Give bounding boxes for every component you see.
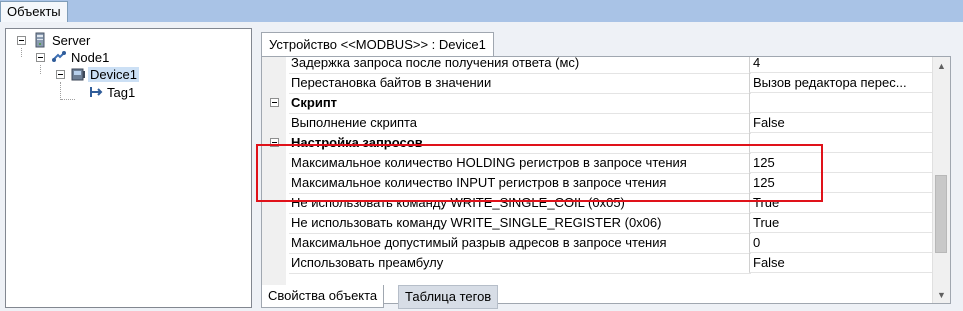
tree-item-server[interactable]: Server xyxy=(52,32,90,49)
property-name: Не использовать команду WRITE_SINGLE_COI… xyxy=(289,193,751,214)
property-value[interactable]: True xyxy=(749,193,934,213)
property-value[interactable]: 125 xyxy=(749,173,934,193)
category-label: Скрипт xyxy=(289,93,751,114)
document-pane: Устройство <<MODBUS>> : Device1 Задержка… xyxy=(258,28,963,311)
tab-object-properties[interactable]: Свойства объекта xyxy=(261,285,385,308)
property-name: Использовать преамбулу xyxy=(289,253,751,274)
top-tab-strip xyxy=(0,0,963,22)
property-grid: Задержка запроса после получения ответа … xyxy=(261,56,951,304)
collapse-toggle[interactable] xyxy=(56,70,65,79)
property-value[interactable]: Вызов редактора перес... xyxy=(749,73,934,93)
tab-objects[interactable]: Объекты xyxy=(0,1,68,23)
property-value xyxy=(749,93,934,113)
property-name: Максимальное количество INPUT регистров … xyxy=(289,173,751,194)
tree-item-device[interactable]: Device1 xyxy=(88,66,139,83)
tree-connector xyxy=(61,99,75,101)
category-label: Настройка запросов xyxy=(289,133,751,154)
tab-device-document[interactable]: Устройство <<MODBUS>> : Device1 xyxy=(261,32,494,57)
collapse-toggle[interactable] xyxy=(270,138,279,147)
property-row[interactable]: Задержка запроса после получения ответа … xyxy=(262,57,934,74)
property-value[interactable]: True xyxy=(749,213,934,233)
property-name: Выполнение скрипта xyxy=(289,113,751,134)
property-value xyxy=(749,133,934,153)
tree-connector xyxy=(21,48,23,57)
property-value[interactable]: 4 xyxy=(749,57,934,73)
tree-item-tag[interactable]: Tag1 xyxy=(107,84,135,101)
collapse-toggle[interactable] xyxy=(270,98,279,107)
tab-tag-table[interactable]: Таблица тегов xyxy=(398,285,499,309)
scrollbar-thumb[interactable] xyxy=(935,175,947,253)
property-category-script[interactable]: Скрипт xyxy=(262,93,934,114)
property-row[interactable]: Выполнение скрипта False xyxy=(262,113,934,134)
property-value[interactable]: 0 xyxy=(749,233,934,253)
property-row[interactable]: Максимальное количество HOLDING регистро… xyxy=(262,153,934,174)
tree-item-label: Node1 xyxy=(71,50,110,65)
server-icon xyxy=(35,32,45,48)
property-value[interactable]: False xyxy=(749,113,934,133)
scroll-down-icon[interactable]: ▼ xyxy=(933,286,950,303)
property-name: Перестановка байтов в значении xyxy=(289,73,751,94)
property-row[interactable]: Максимальное количество INPUT регистров … xyxy=(262,173,934,194)
property-row[interactable]: Максимальное допустимый разрыв адресов в… xyxy=(262,233,934,254)
tree-item-node[interactable]: Node1 xyxy=(71,49,109,66)
tag-icon xyxy=(90,87,103,97)
vertical-scrollbar[interactable]: ▲ ▼ xyxy=(932,57,950,303)
scroll-up-icon[interactable]: ▲ xyxy=(933,57,950,74)
property-row[interactable]: Перестановка байтов в значении Вызов ред… xyxy=(262,73,934,94)
node-icon xyxy=(52,51,66,62)
collapse-toggle[interactable] xyxy=(17,36,26,45)
tree-connector xyxy=(40,65,42,74)
property-name: Задержка запроса после получения ответа … xyxy=(289,57,751,74)
property-row[interactable]: Не использовать команду WRITE_SINGLE_REG… xyxy=(262,213,934,234)
tree-item-label: Server xyxy=(52,33,91,48)
property-name: Максимальное допустимый разрыв адресов в… xyxy=(289,233,751,254)
tree-connector xyxy=(60,82,62,100)
property-name: Максимальное количество HOLDING регистро… xyxy=(289,153,751,174)
device-icon xyxy=(71,68,85,81)
property-category-requests[interactable]: Настройка запросов xyxy=(262,133,934,154)
property-name: Не использовать команду WRITE_SINGLE_REG… xyxy=(289,213,751,234)
tree-item-label: Tag1 xyxy=(107,85,136,100)
property-row[interactable]: Не использовать команду WRITE_SINGLE_COI… xyxy=(262,193,934,214)
property-row[interactable]: Использовать преамбулу False xyxy=(262,253,934,274)
collapse-toggle[interactable] xyxy=(36,53,45,62)
property-value[interactable]: 125 xyxy=(749,153,934,173)
property-value[interactable]: False xyxy=(749,253,934,273)
object-tree: Server Node1 Device1 Tag1 xyxy=(5,28,252,308)
tree-item-label: Device1 xyxy=(88,67,139,82)
